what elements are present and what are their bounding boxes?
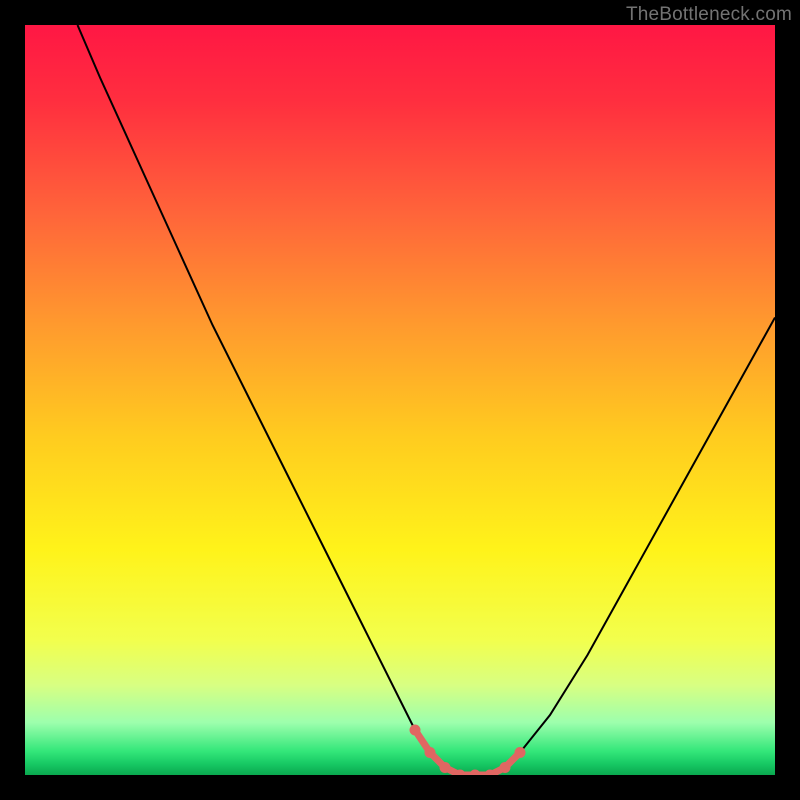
watermark-text: TheBottleneck.com: [626, 4, 792, 26]
optimal-range-dot: [515, 747, 526, 758]
bottleneck-chart: [25, 25, 775, 775]
chart-container: TheBottleneck.com: [0, 0, 800, 800]
plot-background: [25, 25, 775, 775]
optimal-range-dot: [410, 725, 421, 736]
optimal-range-dot: [425, 747, 436, 758]
optimal-range-dot: [500, 762, 511, 773]
optimal-range-dot: [440, 762, 451, 773]
